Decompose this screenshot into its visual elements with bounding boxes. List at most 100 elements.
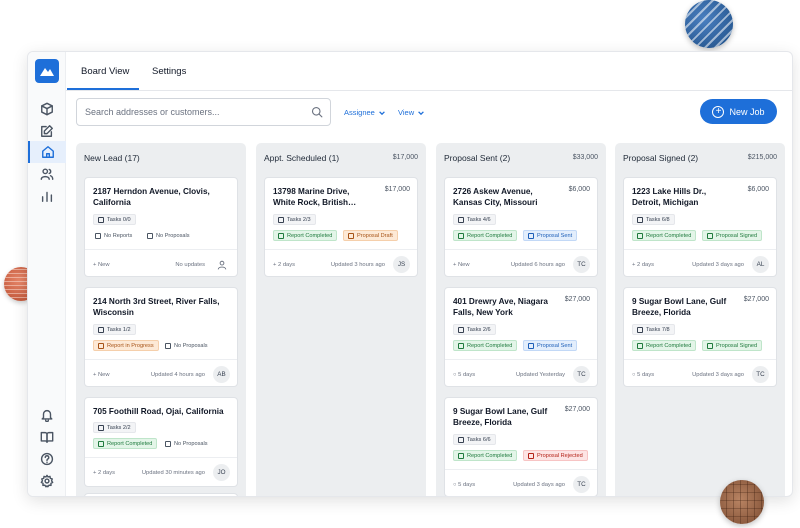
active-tab-indicator [67, 88, 139, 90]
tab-board-view[interactable]: Board View [81, 66, 129, 77]
decorative-roof-sample-shingle [720, 480, 764, 524]
report-status-chip: Report Completed [273, 230, 338, 241]
avatar[interactable]: TC [752, 366, 769, 383]
column-title: New Lead (17) [84, 153, 140, 163]
report-status-chip: Report Completed [632, 340, 697, 351]
proposal-status-chip: No Proposals [161, 340, 212, 351]
task-icon [98, 424, 104, 431]
book-icon[interactable] [28, 426, 66, 448]
proposal-status-chip: Proposal Signed [702, 230, 763, 241]
search-input[interactable] [85, 99, 305, 125]
job-card-partial[interactable] [84, 493, 238, 496]
edit-icon[interactable] [28, 120, 66, 142]
box-icon[interactable] [28, 98, 66, 120]
help-icon[interactable] [28, 448, 66, 470]
proposal-status-chip: Proposal Sent [523, 230, 578, 241]
report-status-label: Report Completed [467, 232, 513, 239]
column-header: Proposal Signed (2) $215,000 [623, 153, 777, 167]
task-icon [637, 326, 643, 333]
avatar[interactable]: JS [393, 256, 410, 273]
card-divider [624, 249, 776, 250]
job-card[interactable]: 2726 Askew Avenue, Kansas City, Missouri… [444, 177, 598, 277]
avatar[interactable]: AB [213, 366, 230, 383]
search-icon[interactable] [311, 106, 323, 118]
view-filter[interactable]: View [398, 108, 425, 117]
new-job-label: New Job [729, 106, 765, 117]
proposal-status-label: Proposal Draft [357, 232, 393, 239]
avatar[interactable]: TC [573, 476, 590, 493]
tasks-label: Tasks 7/8 [646, 326, 670, 333]
document-icon [528, 232, 534, 239]
new-job-button[interactable]: + New Job [700, 99, 777, 124]
card-age-tag: + 2 days [93, 470, 116, 476]
proposal-status-chip: Proposal Sent [523, 340, 578, 351]
card-updated-time: Updated Yesterday [516, 372, 565, 378]
job-card[interactable]: 9 Sugar Bowl Lane, Gulf Breeze, Florida … [623, 287, 777, 387]
card-price: $27,000 [743, 296, 769, 303]
job-card[interactable]: 705 Foothill Road, Ojai, California Task… [84, 397, 238, 487]
main-area: Board View Settings Assignee View + New … [66, 52, 792, 496]
assignee-filter-label: Assignee [344, 108, 375, 117]
tasks-label: Tasks 2/6 [467, 326, 491, 333]
assignee-filter[interactable]: Assignee [344, 108, 386, 117]
proposal-status-chip: Proposal Signed [702, 340, 763, 351]
proposal-status-label: Proposal Sent [537, 232, 573, 239]
tasks-label: Tasks 6/8 [646, 216, 670, 223]
box-icon [95, 232, 101, 239]
avatar[interactable]: TC [573, 256, 590, 273]
logo-icon[interactable] [35, 59, 59, 83]
column-header: Proposal Sent (2) $33,000 [444, 153, 598, 167]
gear-icon[interactable] [28, 470, 66, 492]
card-age-tag: ○ 5 days [453, 372, 476, 378]
document-icon [528, 452, 534, 459]
task-icon [98, 326, 104, 333]
user-icon[interactable] [213, 256, 230, 273]
card-address: 2187 Herndon Avenue, Clovis, California [93, 187, 210, 207]
avatar[interactable]: JO [213, 464, 230, 481]
avatar[interactable]: TC [573, 366, 590, 383]
job-card[interactable]: 9 Sugar Bowl Lane, Gulf Breeze, Florida … [444, 397, 598, 496]
report-status-label: No Reports [104, 232, 133, 239]
card-updated-time: No updates [175, 262, 205, 268]
card-age-tag: + New [93, 262, 110, 268]
card-price: $27,000 [564, 296, 590, 303]
job-card[interactable]: 401 Drewry Ave, Niagara Falls, New York … [444, 287, 598, 387]
avatar[interactable]: AL [752, 256, 769, 273]
tasks-chip: Tasks 2/6 [453, 324, 496, 335]
box-icon [98, 440, 104, 447]
document-icon [165, 342, 171, 349]
chart-icon[interactable] [28, 185, 66, 207]
card-divider [445, 469, 597, 470]
column-title: Proposal Sent (2) [444, 153, 511, 163]
box-icon [637, 232, 643, 239]
job-card[interactable]: 2187 Herndon Avenue, Clovis, California … [84, 177, 238, 277]
users-icon[interactable] [28, 163, 66, 185]
box-icon [98, 342, 104, 349]
search-box [76, 98, 331, 126]
tasks-chip: Tasks 6/6 [453, 434, 496, 445]
job-card[interactable]: 214 North 3rd Street, River Falls, Wisco… [84, 287, 238, 387]
task-icon [458, 436, 464, 443]
card-updated-time: Updated 4 hours ago [150, 372, 205, 378]
card-divider [624, 359, 776, 360]
card-address: 9 Sugar Bowl Lane, Gulf Breeze, Florida [453, 407, 548, 427]
document-icon [165, 440, 171, 447]
report-status-chip: Report Completed [93, 438, 158, 449]
card-updated-time: Updated 6 hours ago [510, 262, 565, 268]
sidebar [28, 52, 66, 496]
stage: Board View Settings Assignee View + New … [0, 0, 800, 528]
report-status-chip: Report Completed [453, 450, 518, 461]
job-card[interactable]: 13798 Marine Drive, White Rock, British…… [264, 177, 418, 277]
card-price: $17,000 [384, 186, 410, 193]
job-card[interactable]: 1223 Lake Hills Dr., Detroit, Michigan $… [623, 177, 777, 277]
proposal-status-label: No Proposals [174, 440, 208, 447]
tab-settings[interactable]: Settings [152, 66, 186, 77]
bell-icon[interactable] [28, 404, 66, 426]
tasks-label: Tasks 0/0 [107, 216, 131, 223]
card-age-tag: + New [93, 372, 110, 378]
home-icon[interactable] [28, 141, 66, 163]
card-address: 1223 Lake Hills Dr., Detroit, Michigan [632, 187, 707, 207]
tasks-chip: Tasks 1/2 [93, 324, 136, 335]
card-address: 13798 Marine Drive, White Rock, British… [273, 187, 357, 207]
proposal-status-chip: Proposal Rejected [523, 450, 588, 461]
